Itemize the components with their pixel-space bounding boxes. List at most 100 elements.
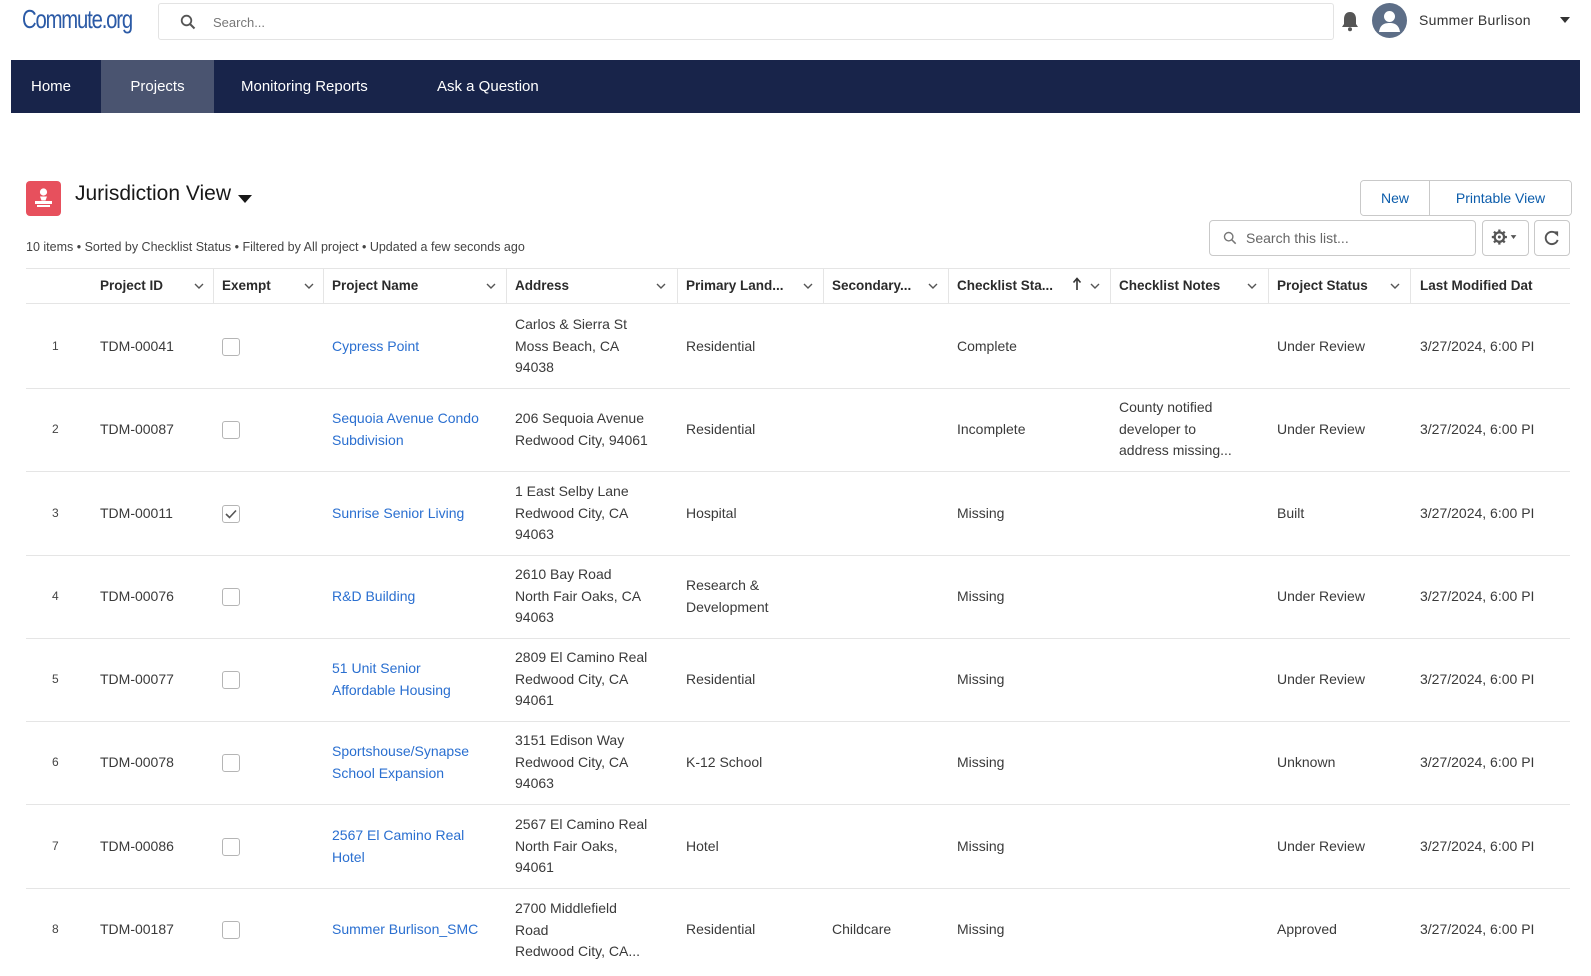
row-number: 6 <box>52 755 59 769</box>
list-settings-button[interactable] <box>1482 220 1529 256</box>
project-name-link[interactable]: 51 Unit Senior Affordable Housing <box>332 658 451 701</box>
chevron-down-icon[interactable] <box>238 195 252 203</box>
column-header-project-id[interactable]: Project ID <box>100 269 163 303</box>
project-status: Under Review <box>1277 588 1365 604</box>
address: 3151 Edison Way Redwood City, CA 94063 <box>515 732 629 791</box>
exempt-checkbox[interactable] <box>222 921 240 939</box>
column-header-primary-land-use[interactable]: Primary Land... <box>686 269 784 303</box>
primary-land-use: Residential <box>686 671 756 687</box>
address: 2809 El Camino Real Redwood City, CA 940… <box>515 649 648 708</box>
column-header-secondary[interactable]: Secondary... <box>832 269 911 303</box>
exempt-checkbox[interactable] <box>222 505 240 523</box>
project-name-link[interactable]: Sunrise Senior Living <box>332 503 464 525</box>
list-view-title[interactable]: Jurisdiction View <box>75 182 231 206</box>
primary-land-use: Research & Development <box>686 577 769 615</box>
project-status: Under Review <box>1277 338 1365 354</box>
chevron-down-icon[interactable] <box>1247 281 1257 291</box>
chevron-down-icon[interactable] <box>656 281 666 291</box>
project-name-link[interactable]: Summer Burlison_SMC <box>332 919 478 941</box>
project-name-link[interactable]: Sequoia Avenue Condo Subdivision <box>332 408 479 451</box>
new-button[interactable]: New <box>1361 181 1430 215</box>
last-modified: 3/27/2024, 6:00 PI <box>1420 921 1535 937</box>
table-row[interactable]: 2 TDM-00087 Sequoia Avenue Condo Subdivisi… <box>26 388 1570 472</box>
exempt-checkbox[interactable] <box>222 671 240 689</box>
refresh-button[interactable] <box>1534 220 1570 256</box>
project-name-link[interactable]: Cypress Point <box>332 336 419 358</box>
checklist-status: Missing <box>957 505 1005 521</box>
column-header-checklist-notes[interactable]: Checklist Notes <box>1119 269 1220 303</box>
global-search[interactable] <box>158 3 1334 40</box>
column-header-address[interactable]: Address <box>515 269 569 303</box>
address: 1 East Selby Lane Redwood City, CA 94063 <box>515 483 629 542</box>
table-row[interactable]: 6 TDM-00078 Sportshouse/Synapse School Exp… <box>26 721 1570 805</box>
row-number: 3 <box>52 506 59 520</box>
column-header-last-modified[interactable]: Last Modified Dat <box>1420 269 1570 303</box>
table-row[interactable]: 7 TDM-00086 2567 El Camino Real Hotel 2567 … <box>26 805 1570 889</box>
table-row[interactable]: 1 TDM-00041 Cypress Point Carlos & Sierra S… <box>26 305 1570 389</box>
app-logo[interactable]: Commute.org <box>22 4 133 35</box>
address: 2567 El Camino Real North Fair Oaks, 940… <box>515 816 648 875</box>
project-id: TDM-00087 <box>100 421 174 437</box>
exempt-checkbox[interactable] <box>222 338 240 356</box>
chevron-down-icon[interactable] <box>194 281 204 291</box>
last-modified: 3/27/2024, 6:00 PI <box>1420 505 1535 521</box>
secondary-land-use: Childcare <box>832 921 892 937</box>
project-id: TDM-00086 <box>100 838 174 854</box>
user-avatar-icon[interactable] <box>1372 3 1407 38</box>
row-number: 1 <box>52 339 59 353</box>
chevron-down-icon[interactable] <box>486 281 496 291</box>
nav-projects[interactable]: Projects <box>101 60 214 113</box>
address: 2700 Middlefield Road Redwood City, CA..… <box>515 900 641 959</box>
chevron-down-icon[interactable] <box>803 281 813 291</box>
project-status: Under Review <box>1277 671 1365 687</box>
project-status: Approved <box>1277 921 1337 937</box>
table-row[interactable]: 3 TDM-00011 Sunrise Senior Living 1 East Se… <box>26 472 1570 556</box>
project-id: TDM-00187 <box>100 921 174 937</box>
exempt-checkbox[interactable] <box>222 421 240 439</box>
search-icon <box>1223 231 1237 245</box>
table-row[interactable]: 8 TDM-00187 Summer Burlison_SMC 2700 Middle… <box>26 888 1570 972</box>
column-header-checklist-status[interactable]: Checklist Sta... <box>957 269 1053 303</box>
table-row[interactable]: 5 TDM-00077 51 Unit Senior Affordable Hous… <box>26 638 1570 722</box>
checklist-status: Missing <box>957 838 1005 854</box>
user-name[interactable]: Summer Burlison <box>1419 12 1531 28</box>
project-id: TDM-00011 <box>100 505 173 521</box>
list-search[interactable] <box>1209 220 1476 256</box>
column-header-exempt[interactable]: Exempt <box>222 269 271 303</box>
nav-ask-a-question[interactable]: Ask a Question <box>417 60 559 113</box>
project-name-link[interactable]: Sportshouse/Synapse School Expansion <box>332 741 469 784</box>
checklist-status: Missing <box>957 921 1005 937</box>
nav-home[interactable]: Home <box>11 60 91 113</box>
bell-icon[interactable] <box>1339 10 1361 32</box>
project-name-link[interactable]: 2567 El Camino Real Hotel <box>332 825 464 868</box>
sort-up-icon[interactable] <box>1072 277 1082 291</box>
exempt-checkbox[interactable] <box>222 838 240 856</box>
exempt-checkbox[interactable] <box>222 588 240 606</box>
address: 2610 Bay Road North Fair Oaks, CA 94063 <box>515 566 642 625</box>
column-header-project-name[interactable]: Project Name <box>332 269 418 303</box>
last-modified: 3/27/2024, 6:00 PI <box>1420 671 1535 687</box>
chevron-down-icon[interactable] <box>304 281 314 291</box>
list-search-input[interactable] <box>1246 227 1466 249</box>
column-header-project-status[interactable]: Project Status <box>1277 269 1368 303</box>
checkmark-icon <box>225 509 237 519</box>
table-header: Project ID Exempt Project Name Address P… <box>26 268 1570 304</box>
project-id: TDM-00076 <box>100 588 174 604</box>
chevron-down-icon[interactable] <box>928 281 938 291</box>
list-view-icon <box>26 181 61 216</box>
list-meta: 10 items • Sorted by Checklist Status • … <box>26 240 525 254</box>
gear-icon <box>1491 229 1517 245</box>
table-row[interactable]: 4 TDM-00076 R&D Building 2610 Bay Road Nort… <box>26 555 1570 639</box>
primary-land-use: Residential <box>686 421 756 437</box>
project-id: TDM-00078 <box>100 754 174 770</box>
project-status: Built <box>1277 505 1305 521</box>
checklist-status: Missing <box>957 588 1005 604</box>
printable-view-button[interactable]: Printable View <box>1430 181 1571 215</box>
global-search-input[interactable] <box>213 10 813 34</box>
project-name-link[interactable]: R&D Building <box>332 586 415 608</box>
chevron-down-icon[interactable] <box>1560 17 1570 23</box>
chevron-down-icon[interactable] <box>1090 281 1100 291</box>
exempt-checkbox[interactable] <box>222 754 240 772</box>
chevron-down-icon[interactable] <box>1390 281 1400 291</box>
nav-monitoring-reports[interactable]: Monitoring Reports <box>221 60 388 113</box>
